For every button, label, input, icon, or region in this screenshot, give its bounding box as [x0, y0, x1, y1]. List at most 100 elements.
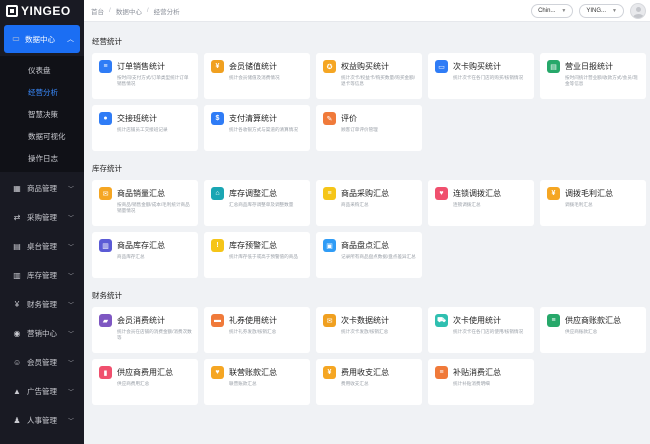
- sidebar-item-label: 库存管理: [27, 271, 57, 280]
- card-description: 统计次卡在各门店的使用/核销情况: [453, 329, 524, 334]
- stat-card[interactable]: $ 支付清算统计 统计各收银方式与渠道的清算情况: [204, 105, 310, 151]
- stat-card[interactable]: ♥ 联营账款汇总 联营账款汇总: [204, 359, 310, 405]
- stat-card[interactable]: ✎ 评价顾客订单评价管理: [316, 105, 422, 151]
- stat-card[interactable]: ✪ 权益购买统计 统计次卡/权益卡/购买数量/购买金额/退卡等信息: [316, 53, 422, 99]
- language-select[interactable]: Chin... ▼: [531, 3, 574, 18]
- card-title: 礼券使用统计: [229, 316, 277, 325]
- sidebar-item[interactable]: ▲ 广告管理 ﹀: [0, 377, 84, 406]
- warning-icon: !: [211, 239, 224, 252]
- sidebar-item[interactable]: ⇄ 采购管理 ﹀: [0, 203, 84, 232]
- sidebar-item[interactable]: ▣系统管理﹀: [0, 435, 84, 444]
- handshake-icon: ♥: [211, 366, 224, 379]
- stat-card[interactable]: ⌂ 库存调整汇总汇总商品库存调整单及调整数量: [204, 180, 310, 226]
- cart-icon: ⛟: [435, 314, 448, 327]
- stat-card[interactable]: ▰ 会员消费统计 统计会员在店铺的消费金额/消费次数等: [92, 307, 198, 353]
- breadcrumb-separator: /: [146, 7, 149, 14]
- ad-icon: ▲: [13, 386, 21, 396]
- house-icon: ⌂: [211, 187, 224, 200]
- user-select-value: YING...: [586, 7, 607, 14]
- chevron-down-icon: ﹀: [67, 419, 74, 425]
- stat-card[interactable]: ♥ 连锁调拨汇总 连锁调拨汇总: [428, 180, 534, 226]
- member-icon: ☺: [13, 357, 22, 367]
- chevron-down-icon: ﹀: [67, 187, 74, 193]
- coin-icon: ¥: [211, 60, 224, 73]
- user-select[interactable]: YING... ▼: [579, 3, 624, 18]
- review-icon: ✎: [323, 112, 336, 125]
- section-title: 库存统计: [92, 164, 122, 173]
- sidebar-item-label: 数据中心: [25, 34, 55, 44]
- sidebar-item[interactable]: ◉ 营销中心 ﹀: [0, 319, 84, 348]
- chevron-down-icon: ﹀: [67, 390, 74, 396]
- doc-icon: ≡: [99, 60, 112, 73]
- sidebar-subitem[interactable]: 经营分析: [0, 81, 84, 103]
- stat-card[interactable]: ¥ 费用收支汇总 费用收支汇总: [316, 359, 422, 405]
- chart-icon: ▤: [547, 60, 560, 73]
- staff-icon: ♟: [13, 415, 21, 425]
- stat-card[interactable]: ✉ 次卡数据统计 统计次卡发放/核销汇总: [316, 307, 422, 353]
- breadcrumb-data-center[interactable]: 数据中心: [116, 6, 142, 16]
- card-title: 评价: [341, 114, 357, 123]
- card-description: 统计次卡在各门店的购买/核销情况: [453, 75, 524, 80]
- card-description: 汇总商品库存调整单及调整数量: [229, 202, 294, 207]
- card-title: 联营账款汇总: [229, 368, 277, 377]
- box-icon: ▣: [323, 239, 336, 252]
- card-description: 顾客订单评价管理: [341, 127, 378, 132]
- sidebar-item[interactable]: ▤ 桌台管理 ﹀: [0, 232, 84, 261]
- stat-card[interactable]: ▭ 次卡购买统计 统计次卡在各门店的购买/核销情况: [428, 53, 534, 99]
- stat-card[interactable]: ≡ 供应商账款汇总 供应商账款汇总: [540, 307, 646, 353]
- receipt-icon: ≡: [435, 366, 448, 379]
- sidebar-item-label: 会员管理: [27, 358, 57, 367]
- sidebar-subitem[interactable]: 智慧决策: [0, 103, 84, 125]
- sidebar-item[interactable]: ♟ 人事管理 ﹀: [0, 406, 84, 435]
- wallet-icon: ▮: [99, 366, 112, 379]
- sidebar-item[interactable]: ▥ 库存管理 ﹀: [0, 261, 84, 290]
- inventory-icon: ▥: [13, 270, 21, 280]
- stat-card[interactable]: ✉ 商品销量汇总 按商品/销售金额/成本/毛利统计商品销量情况: [92, 180, 198, 226]
- sidebar-subitem[interactable]: 操作日志: [0, 147, 84, 169]
- card-description: 商品库存汇总: [117, 254, 145, 259]
- sidebar-item-label: 桌台管理: [27, 242, 57, 251]
- sidebar-item-data-center[interactable]: ▭ 数据中心 ︿: [4, 25, 80, 53]
- sidebar-item[interactable]: ☺ 会员管理 ﹀: [0, 348, 84, 377]
- stat-card[interactable]: ▣ 商品盘点汇总 记录所有商品盘点数据/盘点差异汇总: [316, 232, 422, 278]
- ticket-icon: ▬: [211, 314, 224, 327]
- bag-icon: ¥: [547, 187, 560, 200]
- sidebar-item[interactable]: ¥ 财务管理 ﹀: [0, 290, 84, 319]
- heart-icon: ♥: [435, 187, 448, 200]
- card-description: 按时间统计营业额/收款方式/会员/现金等信息: [565, 75, 638, 87]
- stat-card[interactable]: ● 交接班统计 统计店铺员工交接班记录: [92, 105, 198, 151]
- sidebar-item-label: 广告管理: [27, 387, 57, 396]
- stat-card[interactable]: ▥ 商品库存汇总 商品库存汇总: [92, 232, 198, 278]
- main-content: 经营统计 ≡ 订单销售统计 按时间/支付方式/订单类型统计订单销售情况 ¥ 会员储值统计统…: [84, 23, 650, 444]
- chevron-down-icon: ﹀: [67, 332, 74, 338]
- card-grid: ✉ 商品销量汇总 按商品/销售金额/成本/毛利统计商品销量情况 ⌂ 库存调整汇总汇总商品…: [92, 180, 646, 278]
- card-title: 次卡购买统计: [453, 62, 501, 71]
- stat-card[interactable]: ▤ 营业日报统计 按时间统计营业额/收款方式/会员/现金等信息: [540, 53, 646, 99]
- sidebar-subitem[interactable]: 数据可视化: [0, 125, 84, 147]
- folder-icon: ▰: [99, 314, 112, 327]
- sidebar-item-label: 商品管理: [27, 184, 57, 193]
- stat-card[interactable]: ▮ 供应商费用汇总 供应商费用汇总: [92, 359, 198, 405]
- purchase-icon: ⇄: [13, 212, 21, 222]
- stat-card[interactable]: ! 库存预警汇总 统计库存低于或高于预警值的商品: [204, 232, 310, 278]
- avatar[interactable]: [630, 2, 646, 19]
- stat-card[interactable]: ¥ 会员储值统计 统计会员储值及消费情况: [204, 53, 310, 99]
- sidebar-item[interactable]: ▦ 商品管理 ﹀: [0, 174, 84, 203]
- card-description: 费用收支汇总: [341, 381, 369, 386]
- breadcrumb-home[interactable]: 首台: [91, 6, 104, 16]
- card-title: 次卡数据统计: [341, 316, 389, 325]
- yen-icon: ¥: [14, 299, 20, 309]
- stat-card[interactable]: ▬ 礼券使用统计统计礼券发放/核销汇总: [204, 307, 310, 353]
- stat-card[interactable]: ⛟ 次卡使用统计 统计次卡在各门店的使用/核销情况: [428, 307, 534, 353]
- stat-card[interactable]: ≡ 商品采购汇总 商品采购汇总: [316, 180, 422, 226]
- stat-card[interactable]: ≡ 补贴消费汇总 统计补贴消费明细: [428, 359, 534, 405]
- sidebar-subitem[interactable]: 仪表盘: [0, 59, 84, 81]
- stat-card[interactable]: ≡ 订单销售统计 按时间/支付方式/订单类型统计订单销售情况: [92, 53, 198, 99]
- sidebar-submenu: 仪表盘 经营分析 智慧决策 数据可视化 操作日志: [0, 56, 84, 172]
- card-description: 统计次卡/权益卡/购买数量/购买金额/退卡等信息: [341, 75, 416, 87]
- card-description: 统计礼券发放/核销汇总: [229, 329, 277, 334]
- table-icon: ▤: [13, 241, 21, 251]
- language-select-value: Chin...: [538, 7, 556, 14]
- stat-card[interactable]: ¥ 调拨毛利汇总 调拨毛利汇总: [540, 180, 646, 226]
- card-title: 库存调整汇总: [229, 189, 277, 198]
